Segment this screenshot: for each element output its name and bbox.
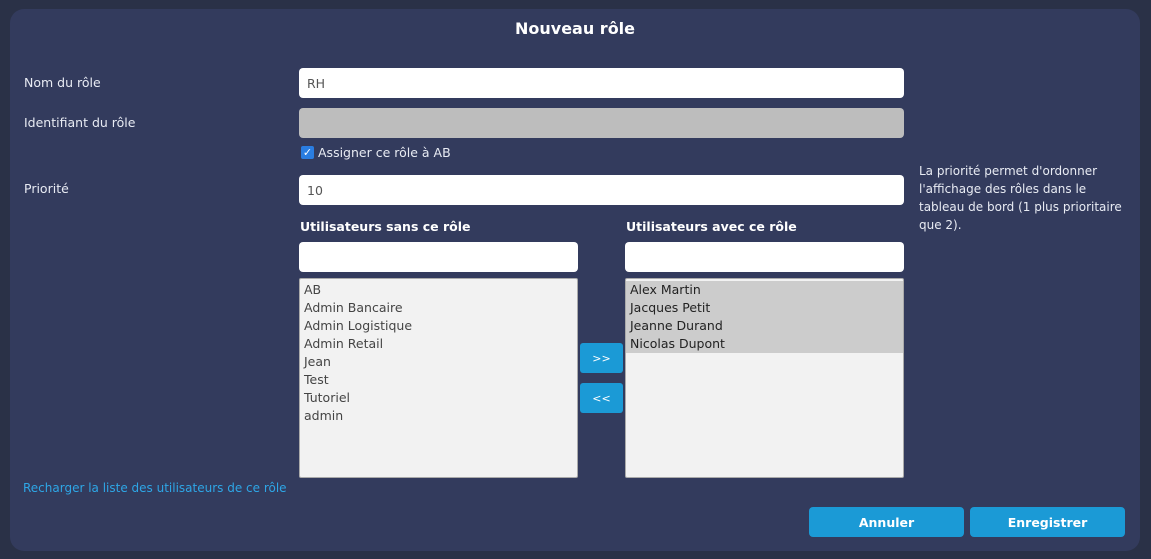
reload-users-link[interactable]: Recharger la liste des utilisateurs de c… [23, 481, 287, 495]
priority-input[interactable] [299, 175, 904, 205]
add-to-role-button[interactable]: >> [580, 343, 623, 373]
role-name-label: Nom du rôle [24, 75, 101, 90]
list-item[interactable]: Admin Retail [300, 335, 577, 353]
list-item[interactable]: Admin Bancaire [300, 299, 577, 317]
list-item[interactable]: AB [300, 281, 577, 299]
list-item[interactable]: Nicolas Dupont [626, 335, 903, 353]
remove-from-role-button[interactable]: << [580, 383, 623, 413]
new-role-dialog: Nouveau rôle Nom du rôle Identifiant du … [10, 9, 1140, 551]
priority-label: Priorité [24, 181, 69, 196]
role-name-input[interactable] [299, 68, 904, 98]
list-item[interactable]: Jean [300, 353, 577, 371]
cancel-button[interactable]: Annuler [809, 507, 964, 537]
list-item[interactable]: admin [300, 407, 577, 425]
users-without-filter-input[interactable] [299, 242, 578, 272]
assign-role-checkbox[interactable]: ✓ [301, 146, 314, 159]
users-with-list[interactable]: Alex Martin Jacques Petit Jeanne Durand … [625, 278, 904, 478]
list-item[interactable]: Test [300, 371, 577, 389]
users-without-list[interactable]: AB Admin Bancaire Admin Logistique Admin… [299, 278, 578, 478]
users-with-filter-input[interactable] [625, 242, 904, 272]
list-item[interactable]: Jacques Petit [626, 299, 903, 317]
assign-role-label: Assigner ce rôle à AB [318, 145, 451, 160]
assign-role-row[interactable]: ✓ Assigner ce rôle à AB [301, 145, 451, 160]
list-item[interactable]: Tutoriel [300, 389, 577, 407]
save-button[interactable]: Enregistrer [970, 507, 1125, 537]
role-id-input [299, 108, 904, 138]
users-with-title: Utilisateurs avec ce rôle [626, 219, 797, 234]
dialog-title: Nouveau rôle [514, 19, 636, 38]
role-id-label: Identifiant du rôle [24, 115, 136, 130]
priority-help-text: La priorité permet d'ordonner l'affichag… [919, 164, 1122, 232]
list-item[interactable]: Alex Martin [626, 281, 903, 299]
list-item[interactable]: Jeanne Durand [626, 317, 903, 335]
list-item[interactable]: Admin Logistique [300, 317, 577, 335]
users-without-title: Utilisateurs sans ce rôle [300, 219, 471, 234]
